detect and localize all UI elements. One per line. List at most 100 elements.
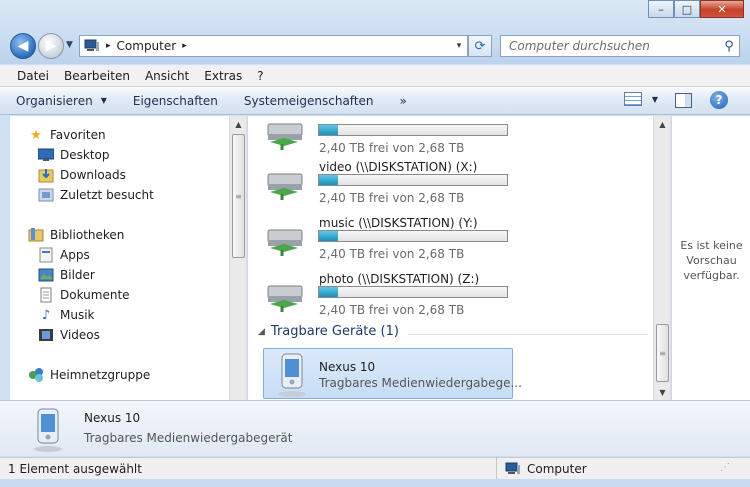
- sidebar-item-bilder[interactable]: Bilder: [38, 267, 95, 283]
- details-pane: Nexus 10 Tragbares Medienwiedergabegerät: [0, 400, 750, 456]
- sidebar-label: Zuletzt besucht: [60, 188, 154, 202]
- chevron-down-icon: ▼: [651, 94, 658, 104]
- details-device-name: Nexus 10: [84, 411, 141, 425]
- sidebar-label: Apps: [60, 248, 90, 262]
- pictures-icon: [38, 267, 54, 283]
- scrollbar-thumb[interactable]: ≡: [656, 324, 669, 382]
- network-drive-icon: [267, 123, 303, 150]
- minimize-button[interactable]: –: [648, 0, 674, 18]
- properties-button[interactable]: Eigenschaften: [133, 94, 218, 108]
- help-icon: ?: [715, 93, 723, 107]
- drive-free-space: 2,40 TB frei von 2,68 TB: [319, 247, 465, 261]
- documents-icon: [38, 287, 54, 303]
- videos-icon: [38, 327, 54, 343]
- breadcrumb-sub-separator[interactable]: ▸: [182, 41, 187, 51]
- window-controls: – □ ✕: [648, 0, 744, 18]
- content-scrollbar[interactable]: ▲ ≡ ▼: [653, 116, 670, 400]
- status-selection: 1 Element ausgewählt: [0, 457, 497, 480]
- sidebar-item-libraries[interactable]: Bibliotheken: [28, 227, 124, 243]
- sidebar-item-videos[interactable]: Videos: [38, 327, 100, 343]
- history-dropdown[interactable]: ▼: [66, 40, 73, 50]
- system-properties-button[interactable]: Systemeigenschaften: [244, 94, 374, 108]
- phone-icon: [34, 408, 62, 452]
- drive-item[interactable]: 2,40 TB frei von 2,68 TB: [264, 110, 644, 162]
- sidebar-item-recent[interactable]: Zuletzt besucht: [38, 187, 154, 203]
- sidebar-label: Bibliotheken: [50, 228, 125, 242]
- sidebar-label: Videos: [60, 328, 100, 342]
- sidebar-item-downloads[interactable]: Downloads: [38, 167, 126, 183]
- view-options[interactable]: ▼: [623, 92, 658, 106]
- computer-icon: [84, 39, 99, 51]
- back-button[interactable]: ◀: [10, 33, 36, 59]
- scroll-up-arrow[interactable]: ▲: [230, 116, 247, 132]
- music-icon: ♪: [41, 307, 51, 323]
- drive-free-space: 2,40 TB frei von 2,68 TB: [319, 191, 465, 205]
- help-button[interactable]: ?: [710, 91, 728, 109]
- collapse-triangle-icon[interactable]: ◢: [258, 327, 265, 337]
- address-bar[interactable]: ▸ Computer ▸ ▾: [79, 35, 468, 57]
- navigation-scrollbar[interactable]: ▲ ≡: [229, 116, 246, 400]
- drive-name: photo (\\DISKSTATION) (Z:): [319, 272, 480, 286]
- group-header-portable[interactable]: ◢ Tragbare Geräte (1): [258, 324, 399, 339]
- drive-item[interactable]: music (\\DISKSTATION) (Y:) 2,40 TB frei …: [264, 216, 644, 268]
- device-name: Nexus 10: [319, 360, 376, 374]
- close-button[interactable]: ✕: [700, 0, 744, 18]
- sidebar-item-dokumente[interactable]: Dokumente: [38, 287, 130, 303]
- breadcrumb-computer[interactable]: Computer: [117, 39, 177, 53]
- menu-bearbeiten[interactable]: Bearbeiten: [57, 69, 138, 83]
- drive-free-space: 2,40 TB frei von 2,68 TB: [319, 141, 465, 155]
- drive-usage-bar: [318, 124, 508, 136]
- refresh-icon: ⟳: [474, 38, 486, 54]
- resize-grip-icon[interactable]: ⋰: [720, 462, 730, 473]
- sidebar-item-homegroup[interactable]: Heimnetzgruppe: [28, 367, 150, 383]
- sidebar-item-favorites[interactable]: ★ Favoriten: [28, 127, 106, 143]
- window-frame-bottom: [0, 479, 750, 487]
- recent-places-icon: [38, 187, 54, 203]
- chevron-down-icon: ▼: [100, 96, 107, 105]
- scrollbar-thumb[interactable]: ≡: [232, 134, 245, 258]
- drive-usage-bar: [318, 286, 508, 298]
- breadcrumb-separator[interactable]: ▸: [106, 41, 111, 51]
- forward-button[interactable]: ▶: [38, 33, 64, 59]
- device-item-selected[interactable]: Nexus 10 Tragbares Medienwiedergabege...: [263, 348, 522, 399]
- sidebar-label: Favoriten: [50, 128, 106, 142]
- drive-item[interactable]: photo (\\DISKSTATION) (Z:) 2,40 TB frei …: [264, 272, 644, 324]
- drive-name: music (\\DISKSTATION) (Y:): [319, 216, 478, 230]
- search-icon[interactable]: ⚲: [719, 39, 739, 54]
- content-pane: 2,40 TB frei von 2,68 TB video (\\DISKST…: [247, 116, 653, 400]
- status-location-label: Computer: [527, 461, 587, 476]
- menu-bar: Datei Bearbeiten Ansicht Extras ?: [0, 65, 750, 87]
- menu-datei[interactable]: Datei: [10, 69, 57, 83]
- sidebar-item-desktop[interactable]: Desktop: [38, 147, 110, 163]
- search-input[interactable]: Computer durchsuchen: [509, 39, 719, 53]
- details-device-type: Tragbares Medienwiedergabegerät: [84, 431, 293, 445]
- refresh-button[interactable]: ⟳: [468, 35, 492, 57]
- status-bar: 1 Element ausgewählt Computer: [0, 457, 750, 480]
- preview-pane-toggle[interactable]: [675, 93, 692, 108]
- organize-label: Organisieren: [16, 93, 93, 108]
- scroll-up-arrow[interactable]: ▲: [654, 116, 671, 132]
- maximize-button[interactable]: □: [674, 0, 700, 18]
- star-icon: ★: [30, 127, 42, 143]
- drive-item[interactable]: video (\\DISKSTATION) (X:) 2,40 TB frei …: [264, 160, 644, 212]
- preview-message: Es ist keine Vorschau verfügbar.: [680, 239, 743, 282]
- libraries-icon: [28, 227, 44, 243]
- apps-icon: [38, 247, 54, 263]
- more-commands-button[interactable]: »: [400, 94, 407, 108]
- sidebar-label: Desktop: [60, 148, 110, 162]
- status-location: Computer: [497, 462, 587, 476]
- address-dropdown[interactable]: ▾: [451, 41, 467, 51]
- homegroup-icon: [28, 367, 44, 383]
- menu-extras[interactable]: Extras: [197, 69, 250, 83]
- search-box[interactable]: Computer durchsuchen ⚲: [500, 35, 740, 57]
- menu-ansicht[interactable]: Ansicht: [138, 69, 197, 83]
- organize-button[interactable]: Organisieren ▼: [16, 94, 107, 108]
- menu-help[interactable]: ?: [250, 69, 271, 83]
- scroll-down-arrow[interactable]: ▼: [654, 384, 671, 400]
- arrow-left-icon: ◀: [17, 38, 29, 54]
- group-header-label: Tragbare Geräte (1): [270, 324, 399, 339]
- network-drive-icon: [267, 173, 303, 200]
- navigation-pane: ★ Favoriten Desktop Downloads Zuletzt be…: [10, 116, 229, 400]
- sidebar-item-apps[interactable]: Apps: [38, 247, 90, 263]
- sidebar-item-musik[interactable]: ♪ Musik: [38, 307, 95, 323]
